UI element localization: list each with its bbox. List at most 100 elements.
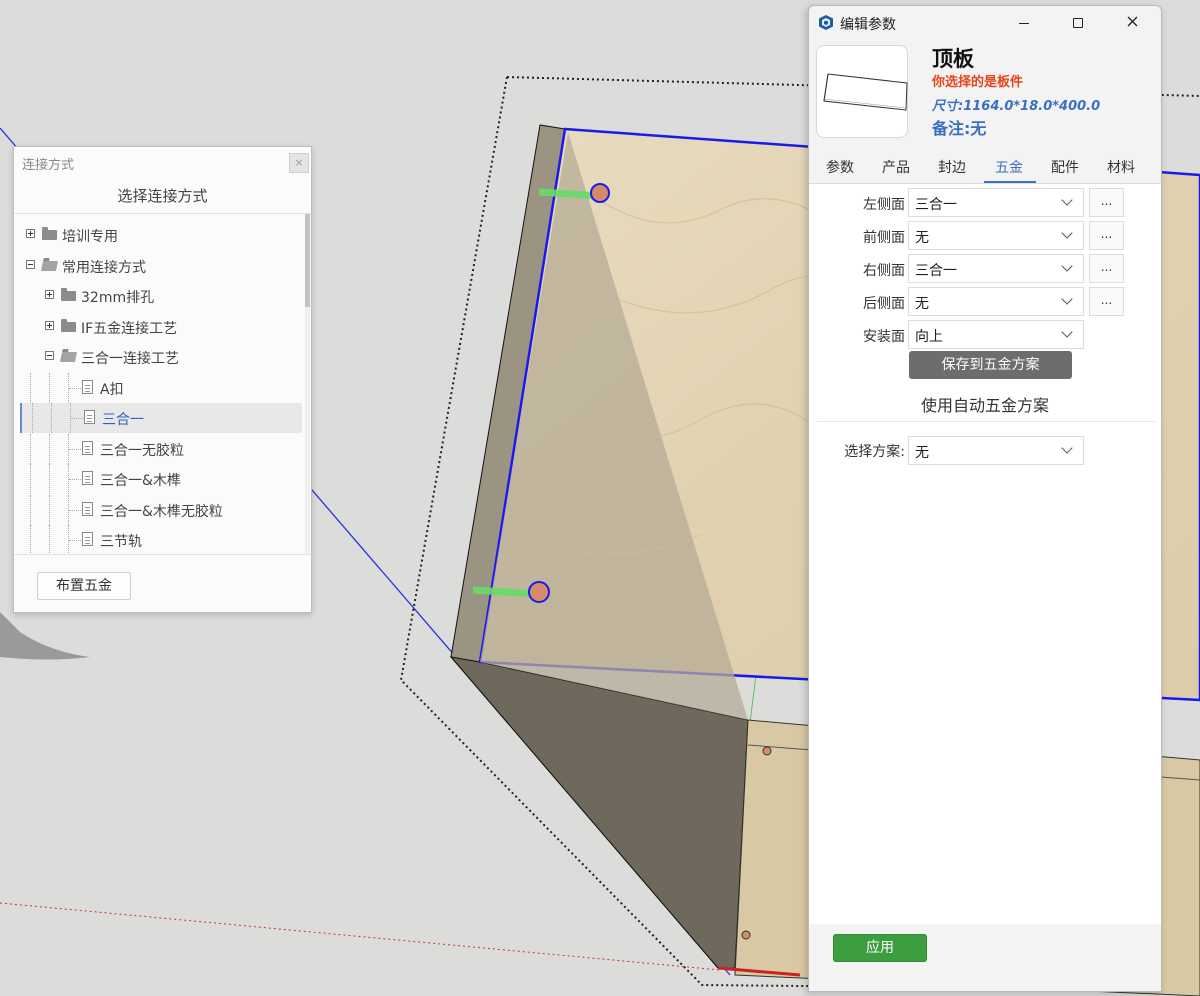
chevron-down-icon <box>1061 194 1073 206</box>
tree-item-label: 三合一无胶粒 <box>100 443 184 459</box>
tree-guide <box>32 403 33 433</box>
scheme-label: 选择方案: <box>844 444 905 460</box>
tree-guide <box>49 373 50 403</box>
dialog-title: 编辑参数 <box>840 17 896 33</box>
hardware-cam <box>528 581 550 603</box>
scrollbar-thumb[interactable] <box>305 214 310 307</box>
folder-icon <box>61 319 76 332</box>
tree-guide <box>49 434 50 464</box>
tree-guide <box>30 373 31 403</box>
dialog-titlebar[interactable]: 编辑参数 <box>809 6 1161 39</box>
chevron-down-icon <box>1061 227 1073 239</box>
chevron-down-icon <box>1061 260 1073 272</box>
document-icon <box>82 502 93 516</box>
select-value: 无 <box>915 296 929 312</box>
save-to-hardware-scheme-button[interactable]: 保存到五金方案 <box>909 351 1072 379</box>
tab-hardware[interactable]: 五金 <box>995 157 1023 177</box>
tab-materials[interactable]: 材料 <box>1107 157 1135 177</box>
tree-guide <box>69 540 81 541</box>
tree-scrollbar[interactable] <box>305 214 310 554</box>
left-face-select[interactable]: 三合一 <box>908 188 1084 217</box>
folder-open-icon <box>40 261 59 271</box>
install-face-select[interactable]: 向上 <box>908 320 1084 349</box>
tab-bar: 参数 产品 封边 五金 配件 材料 <box>809 149 1161 184</box>
tree-item-label: 培训专用 <box>62 229 118 245</box>
folder-icon <box>42 227 57 240</box>
expand-icon[interactable] <box>45 321 54 330</box>
select-value: 三合一 <box>915 263 957 279</box>
tree-item-three-in-one-dowel-no-glue[interactable]: 三合一&木榫无胶粒 <box>14 495 302 525</box>
tree-item-label: 三合一连接工艺 <box>81 351 179 367</box>
hardware-cam <box>590 183 610 203</box>
back-face-label: 后侧面 <box>863 296 905 312</box>
expand-icon[interactable] <box>26 229 35 238</box>
section-divider <box>817 421 1155 422</box>
tree-guide <box>30 525 31 554</box>
part-type-hint: 你选择的是板件 <box>932 75 1024 90</box>
tree-item-three-in-one-process[interactable]: 三合一连接工艺 <box>14 342 302 372</box>
tree-guide <box>30 464 31 494</box>
tree-guide <box>49 495 50 525</box>
minimize-icon[interactable] <box>1001 6 1047 39</box>
dialog-footer: 应用 <box>809 924 1161 991</box>
back-face-select[interactable]: 无 <box>908 287 1084 316</box>
tree-guide <box>71 418 83 419</box>
collapse-icon[interactable] <box>26 260 35 269</box>
collapse-icon[interactable] <box>45 351 54 360</box>
layout-hardware-button[interactable]: 布置五金 <box>37 572 131 600</box>
tree-item-32mm[interactable]: 32mm排孔 <box>14 281 302 311</box>
expand-icon[interactable] <box>45 290 54 299</box>
back-face-more-button[interactable]: ... <box>1089 287 1124 316</box>
tree-item-a-buckle[interactable]: A扣 <box>14 373 302 403</box>
document-icon <box>82 380 93 394</box>
tree-item-three-section-rail[interactable]: 三节轨 <box>14 525 302 554</box>
panel-titlebar[interactable]: 连接方式 × <box>14 147 311 179</box>
tree-guide <box>69 479 81 480</box>
tree-item-if-hardware[interactable]: IF五金连接工艺 <box>14 312 302 342</box>
scheme-select[interactable]: 无 <box>908 436 1084 465</box>
part-note: 备注:无 <box>932 119 987 138</box>
tree-guide <box>30 495 31 525</box>
tab-parameters[interactable]: 参数 <box>826 157 854 177</box>
chevron-down-icon <box>1061 293 1073 305</box>
close-icon[interactable] <box>1109 6 1155 39</box>
tab-edge-banding[interactable]: 封边 <box>938 157 966 177</box>
document-icon <box>82 471 93 485</box>
tree-item-label: 32mm排孔 <box>81 290 155 306</box>
tree-item-three-in-one-no-glue[interactable]: 三合一无胶粒 <box>14 434 302 464</box>
tree-item-three-in-one-dowel[interactable]: 三合一&木榫 <box>14 464 302 494</box>
left-face-more-button[interactable]: ... <box>1089 188 1124 217</box>
chevron-down-icon <box>1061 326 1073 338</box>
tab-accessories[interactable]: 配件 <box>1051 157 1079 177</box>
select-value: 无 <box>915 445 929 461</box>
tree-item-label: 三合一&木榫无胶粒 <box>100 504 223 520</box>
front-face-select[interactable]: 无 <box>908 221 1084 250</box>
tree-item-three-in-one[interactable]: 三合一 <box>20 403 302 433</box>
maximize-icon[interactable] <box>1055 6 1101 39</box>
tree-guide <box>69 388 81 389</box>
tree-guide <box>69 510 81 511</box>
panel-close-button[interactable]: × <box>289 153 309 173</box>
select-value: 无 <box>915 230 929 246</box>
document-icon <box>82 532 93 546</box>
front-face-more-button[interactable]: ... <box>1089 221 1124 250</box>
select-value: 三合一 <box>915 197 957 213</box>
document-icon <box>84 410 95 424</box>
panel-footer: 布置五金 <box>14 554 311 613</box>
right-face-more-button[interactable]: ... <box>1089 254 1124 283</box>
hardware-tab-content: 左侧面 三合一 ... 前侧面 无 ... 右侧面 三合一 ... 后侧面 无 … <box>809 184 1161 924</box>
part-size: 尺寸:1164.0*18.0*400.0 <box>932 99 1101 114</box>
tree-item-label: 常用连接方式 <box>62 260 146 276</box>
tab-product[interactable]: 产品 <box>882 157 910 177</box>
tree-item-common-methods[interactable]: 常用连接方式 <box>14 251 302 281</box>
panel-heading: 选择连接方式 <box>14 179 311 214</box>
apply-button[interactable]: 应用 <box>833 934 927 962</box>
folder-icon <box>61 288 76 301</box>
tree-guide <box>30 434 31 464</box>
tree-item-label: 三合一&木榫 <box>100 473 181 489</box>
tree-item-training[interactable]: 培训专用 <box>14 220 302 250</box>
panel-title: 连接方式 <box>22 158 75 173</box>
right-face-select[interactable]: 三合一 <box>908 254 1084 283</box>
tree-item-label: 三合一 <box>102 412 144 428</box>
hardware-cam <box>741 930 751 940</box>
